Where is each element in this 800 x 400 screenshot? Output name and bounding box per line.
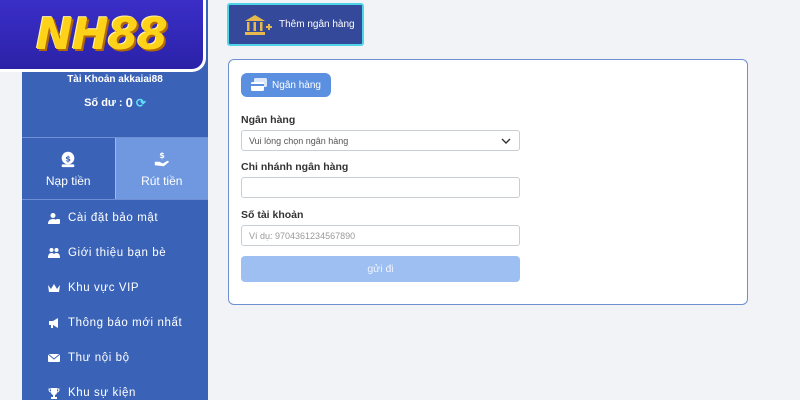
sidebar-item-label: Giới thiệu bạn bè (68, 246, 167, 259)
crown-icon (48, 283, 60, 292)
sidebar-menu: Cài đặt bảo mật Giới thiệu bạn bè Khu vự… (22, 200, 208, 400)
chevron-down-icon (501, 138, 511, 144)
branch-field[interactable] (241, 177, 520, 198)
sidebar-item-label: Cài đặt bảo mật (68, 211, 159, 224)
sidebar-item-referral[interactable]: Giới thiệu bạn bè (22, 235, 208, 270)
sidebar-item-inbox[interactable]: Thư nội bộ (22, 340, 208, 375)
wallet-actions: $ Nạp tiền $ Rút tiền (22, 137, 208, 200)
add-bank-button[interactable]: Thêm ngân hàng (227, 3, 364, 46)
sidebar-item-announcements[interactable]: Thông báo mới nhất (22, 305, 208, 340)
submit-button[interactable]: gửi đi (241, 256, 520, 282)
sidebar-item-label: Thông báo mới nhất (68, 316, 183, 329)
bank-card-icon (251, 78, 268, 91)
account-number-field[interactable]: Ví dụ: 9704361234567890 (241, 225, 520, 246)
tab-bank[interactable]: Ngân hàng (241, 73, 331, 97)
logo-text: NH88 (36, 9, 168, 60)
tab-label: Ngân hàng (272, 79, 321, 91)
svg-text:$: $ (159, 150, 165, 160)
sidebar-item-label: Khu sự kiện (68, 386, 136, 399)
users-icon (48, 247, 60, 258)
deposit-label: Nạp tiền (45, 173, 91, 188)
sidebar-item-vip[interactable]: Khu vực VIP (22, 270, 208, 305)
sidebar-item-label: Thư nội bộ (68, 351, 130, 364)
add-bank-label: Thêm ngân hàng (279, 19, 355, 30)
trophy-icon (48, 387, 60, 399)
balance-label: Số dư : (84, 96, 123, 109)
mail-icon (48, 353, 60, 362)
sidebar-item-security[interactable]: Cài đặt bảo mật (22, 200, 208, 235)
account-summary: Tài Khoản akkaiai88 Số dư : 0 ⟳ (22, 72, 208, 136)
bank-plus-icon (245, 14, 272, 35)
money-bag-icon: $ (61, 151, 75, 167)
balance-row: Số dư : 0 ⟳ (22, 95, 208, 110)
branch-label: Chi nhánh ngân hàng (241, 161, 349, 173)
bank-form-card: Ngân hàng Ngân hàng Vui lòng chọn ngân h… (228, 59, 748, 305)
megaphone-icon (49, 317, 58, 328)
svg-text:$: $ (65, 153, 71, 163)
sidebar-item-events[interactable]: Khu sự kiện (22, 375, 208, 400)
deposit-button[interactable]: $ Nạp tiền (22, 138, 115, 199)
withdraw-button[interactable]: $ Rút tiền (114, 138, 208, 199)
account-number-placeholder: Ví dụ: 9704361234567890 (249, 230, 356, 241)
brand-logo[interactable]: NH88 (0, 0, 206, 72)
sidebar-item-label: Khu vực VIP (68, 281, 140, 294)
bank-label: Ngân hàng (241, 114, 296, 126)
withdraw-label: Rút tiền (141, 173, 183, 188)
bank-select[interactable]: Vui lòng chọn ngân hàng (241, 130, 520, 151)
user-shield-icon (48, 212, 60, 224)
bank-select-value: Vui lòng chọn ngân hàng (249, 135, 349, 146)
withdraw-hand-icon: $ (154, 150, 169, 166)
account-number-label: Số tài khoản (241, 209, 304, 221)
refresh-icon[interactable]: ⟳ (136, 96, 146, 110)
balance-value: 0 (125, 95, 133, 110)
account-name: Tài Khoản akkaiai88 (67, 74, 163, 85)
